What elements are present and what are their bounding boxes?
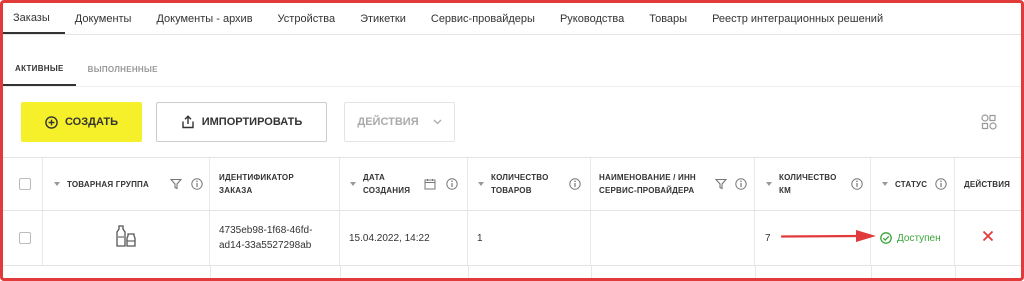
info-icon[interactable] [851, 178, 863, 190]
check-circle-icon [880, 232, 892, 244]
filter-icon[interactable] [715, 178, 727, 190]
table-header: ТОВАРНАЯ ГРУППА ИДЕНТИФИКАТОР ЗАКАЗА ДАТ… [3, 157, 1021, 211]
tab-guides[interactable]: Руководства [550, 3, 639, 34]
row-select-cell [3, 211, 43, 265]
header-label: ТОВАРНАЯ ГРУППА [67, 179, 149, 189]
header-km-quantity[interactable]: КОЛИЧЕСТВО КМ [755, 158, 871, 210]
header-label-line: ИДЕНТИФИКАТОР [219, 173, 294, 182]
header-label-line: ЗАКАЗА [219, 186, 253, 195]
order-id-line: 4735eb98-1f68-46fd- [219, 225, 313, 236]
header-service-provider[interactable]: НАИМЕНОВАНИЕ / ИНН СЕРВИС-ПРОВАЙДЕРА [591, 158, 755, 210]
header-label: СТАТУС [895, 179, 928, 189]
info-icon[interactable] [935, 178, 947, 190]
row-service-provider [591, 211, 755, 265]
chevron-down-icon [433, 119, 442, 125]
header-label-line: КМ [779, 186, 791, 195]
header-status[interactable]: СТАТУС [871, 158, 955, 210]
tab-labels[interactable]: Этикетки [350, 3, 421, 34]
info-icon[interactable] [735, 178, 747, 190]
plus-circle-icon [45, 115, 58, 129]
calendar-icon[interactable] [424, 178, 436, 190]
upload-icon [181, 115, 195, 129]
actions-dropdown-label: ДЕЙСТВИЯ [357, 116, 419, 128]
filter-icon[interactable] [170, 178, 182, 190]
top-navigation: Заказы Документы Документы - архив Устро… [3, 3, 1021, 35]
select-all-checkbox[interactable] [19, 178, 31, 190]
tab-devices[interactable]: Устройства [268, 3, 351, 34]
bottles-icon [115, 224, 137, 253]
header-label: ДЕЙСТВИЯ [964, 179, 1011, 189]
km-quantity-value: 7 [765, 232, 771, 244]
info-icon[interactable] [191, 178, 203, 190]
order-id-value: 4735eb98-1f68-46fd- ad14-33a5527298ab [219, 223, 312, 253]
sort-icon[interactable] [53, 180, 61, 188]
column-settings-icon[interactable] [980, 113, 998, 131]
header-label-line: ТОВАРОВ [491, 186, 532, 195]
annotation-arrow-icon [780, 230, 876, 242]
info-icon[interactable] [569, 178, 581, 190]
goods-quantity-value: 1 [477, 232, 483, 244]
sort-icon[interactable] [349, 180, 357, 188]
header-label: ИДЕНТИФИКАТОР ЗАКАЗА [219, 171, 294, 197]
row-product-group [43, 211, 210, 265]
header-created-date[interactable]: ДАТА СОЗДАНИЯ [340, 158, 468, 210]
header-actions: ДЕЙСТВИЯ [955, 158, 1021, 210]
subtab-active[interactable]: АКТИВНЫЕ [3, 52, 76, 86]
header-label: ДАТА СОЗДАНИЯ [363, 171, 410, 197]
row-status: Доступен [871, 211, 955, 265]
status-badge: Доступен [880, 231, 941, 246]
import-button[interactable]: ИМПОРТИРОВАТЬ [156, 102, 327, 142]
tab-integration-registry[interactable]: Реестр интеграционных решений [702, 3, 898, 34]
created-date-value: 15.04.2022, 14:22 [349, 232, 430, 244]
header-product-group[interactable]: ТОВАРНАЯ ГРУППА [43, 158, 210, 210]
header-label-line: СЕРВИС-ПРОВАЙДЕРА [599, 186, 695, 195]
row-checkbox[interactable] [19, 232, 31, 244]
divider [3, 86, 1021, 87]
import-button-label: ИМПОРТИРОВАТЬ [201, 116, 303, 128]
row-created-date: 15.04.2022, 14:22 [340, 211, 468, 265]
tab-goods[interactable]: Товары [639, 3, 702, 34]
create-button-label: СОЗДАТЬ [65, 116, 118, 128]
row-actions [955, 211, 1021, 265]
header-label: КОЛИЧЕСТВО КМ [779, 171, 837, 197]
tab-service-providers[interactable]: Сервис-провайдеры [421, 3, 550, 34]
sort-icon[interactable] [881, 180, 889, 188]
next-row-stub [3, 266, 1021, 278]
header-label-line: СОЗДАНИЯ [363, 186, 411, 195]
delete-icon[interactable] [982, 230, 994, 247]
info-icon[interactable] [446, 178, 458, 190]
header-label: НАИМЕНОВАНИЕ / ИНН СЕРВИС-ПРОВАЙДЕРА [599, 171, 696, 197]
create-button[interactable]: СОЗДАТЬ [21, 102, 142, 142]
tab-documents[interactable]: Документы [65, 3, 147, 34]
sort-icon[interactable] [477, 180, 485, 188]
tab-orders[interactable]: Заказы [3, 3, 65, 34]
row-order-id[interactable]: 4735eb98-1f68-46fd- ad14-33a5527298ab [210, 211, 340, 265]
header-select-cell [3, 158, 43, 210]
header-order-id[interactable]: ИДЕНТИФИКАТОР ЗАКАЗА [210, 158, 340, 210]
sort-icon[interactable] [765, 180, 773, 188]
order-status-tabs: АКТИВНЫЕ ВЫПОЛНЕННЫЕ [3, 52, 170, 86]
order-id-line: ad14-33a5527298ab [219, 240, 312, 251]
actions-dropdown[interactable]: ДЕЙСТВИЯ [344, 102, 455, 142]
status-label: Доступен [897, 232, 941, 244]
header-label: КОЛИЧЕСТВО ТОВАРОВ [491, 171, 549, 197]
header-label-line: КОЛИЧЕСТВО [491, 173, 549, 182]
tab-documents-archive[interactable]: Документы - архив [146, 3, 267, 34]
header-label-line: КОЛИЧЕСТВО [779, 173, 837, 182]
header-goods-quantity[interactable]: КОЛИЧЕСТВО ТОВАРОВ [468, 158, 591, 210]
subtab-completed[interactable]: ВЫПОЛНЕННЫЕ [76, 52, 170, 86]
header-label-line: ДАТА [363, 173, 386, 182]
row-goods-quantity: 1 [468, 211, 591, 265]
header-label-line: НАИМЕНОВАНИЕ / ИНН [599, 173, 696, 182]
